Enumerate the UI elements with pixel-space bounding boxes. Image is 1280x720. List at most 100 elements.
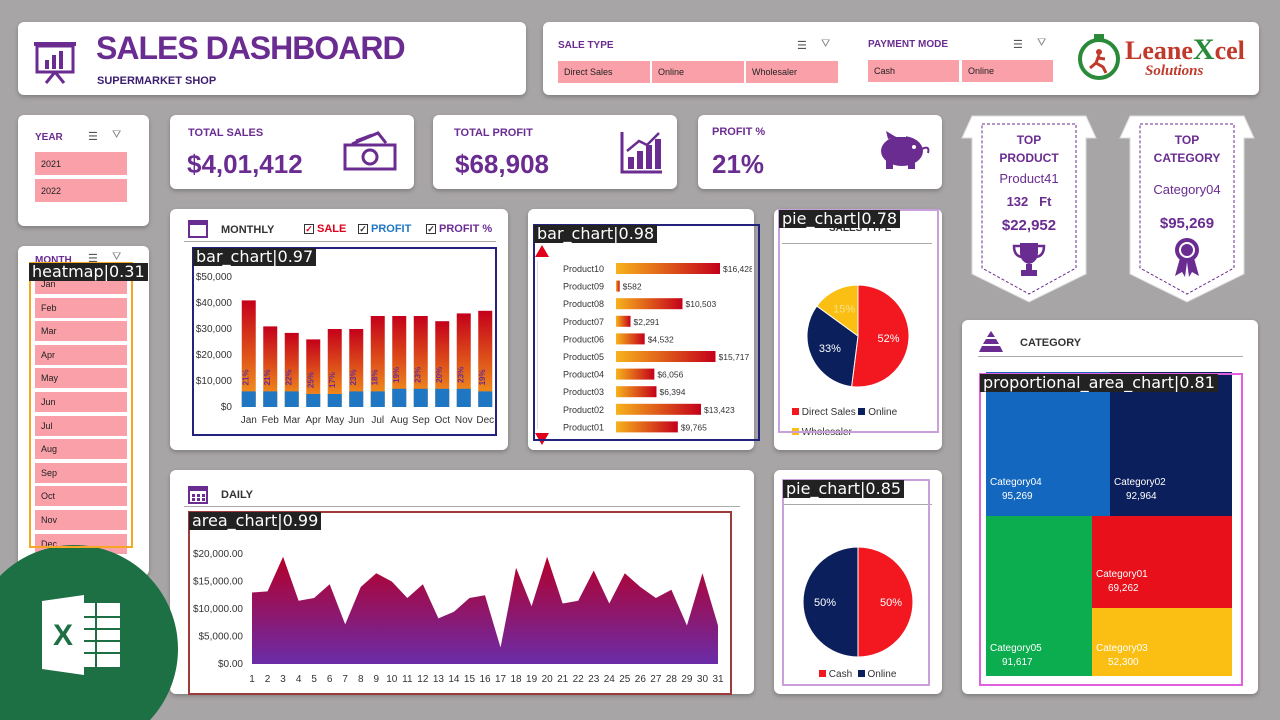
profit-bar — [241, 391, 256, 407]
slicer-sale-type-online[interactable]: Online — [652, 61, 744, 83]
profit-bar — [370, 391, 385, 407]
x-tick-label: 7 — [342, 674, 348, 685]
x-tick-label: 27 — [650, 674, 662, 685]
sale-type-label: SALE TYPE — [558, 40, 614, 51]
slicer-month-mar[interactable]: Mar — [35, 321, 127, 342]
slicer-sale-type-wholesaler[interactable]: Wholesaler — [746, 61, 838, 83]
year-slicer: YEAR ☰ ⛛ 2021 2022 — [18, 115, 149, 226]
profit-bar — [327, 394, 342, 407]
slicer-year-2022[interactable]: 2022 — [35, 179, 127, 202]
kpi-total-sales: TOTAL SALES $4,01,412 — [170, 115, 414, 189]
legend-profit[interactable]: ✓ PROFIT — [358, 223, 411, 235]
x-tick-label: Aug — [390, 415, 408, 426]
x-tick-label: 25 — [619, 674, 631, 685]
treemap-category-label: Category04 — [990, 477, 1042, 488]
x-tick-label: 22 — [573, 674, 585, 685]
calendar-grid-icon — [188, 486, 208, 504]
x-tick-label: 5 — [311, 674, 317, 685]
scroll-up-button[interactable] — [535, 245, 549, 257]
x-tick-label: 26 — [635, 674, 647, 685]
pie-legend: Direct Sales Online Wholesaler — [792, 403, 897, 443]
daily-chart-card: DAILY $0.00 $5,000.00 $10,000.00 $15,000.00… — [170, 470, 754, 694]
treemap-category-label: Category05 — [990, 643, 1042, 654]
x-tick-label: Oct — [434, 415, 450, 426]
slicer-month-jul[interactable]: Jul — [35, 415, 127, 436]
legend-sale[interactable]: ✓ SALE — [304, 223, 346, 235]
profit-bar — [263, 391, 278, 407]
cash-icon — [343, 131, 397, 171]
slicer-month-oct[interactable]: Oct — [35, 486, 127, 507]
slicer-month-may[interactable]: May — [35, 368, 127, 389]
product-bar — [616, 263, 720, 274]
product-bar — [616, 280, 620, 292]
scroll-down-button[interactable] — [535, 433, 549, 445]
x-tick-label: Apr — [305, 415, 321, 426]
x-tick-label: 15 — [464, 674, 476, 685]
scrollbar-track[interactable] — [537, 261, 547, 429]
top-product-qty: 132 Ft — [1006, 194, 1052, 209]
kpi-value: $68,908 — [455, 149, 549, 179]
x-tick-label: 4 — [296, 674, 302, 685]
clear-filter-icon[interactable]: ⛛ — [112, 129, 121, 142]
x-tick-label: 19 — [526, 674, 538, 685]
multi-select-icon[interactable]: ☰ — [797, 39, 807, 52]
legend-profit-pct[interactable]: ✓ PROFIT % — [426, 223, 492, 235]
product-bar — [616, 333, 645, 345]
x-tick-label: Feb — [262, 415, 280, 426]
y-tick-label: $30,000 — [196, 324, 233, 335]
x-tick-label: 6 — [327, 674, 333, 685]
slicer-sale-type-direct[interactable]: Direct Sales — [558, 61, 650, 83]
top-product-heading-2: PRODUCT — [999, 151, 1059, 165]
profit-bar — [284, 391, 299, 407]
clear-filter-icon[interactable]: ⛛ — [1037, 37, 1046, 50]
treemap-tile: Category05 91,617 — [986, 516, 1092, 676]
x-tick-label: 21 — [557, 674, 569, 685]
treemap-tile: Category01 69,262 — [1092, 516, 1232, 608]
profit-pct-label: 19% — [392, 367, 401, 383]
x-tick-label: 31 — [712, 674, 724, 685]
kpi-value: $4,01,412 — [187, 149, 303, 179]
slicer-payment-cash[interactable]: Cash — [868, 60, 959, 82]
product-value-label: $10,503 — [685, 299, 716, 309]
x-tick-label: May — [325, 415, 344, 426]
profit-pct-label: 23% — [349, 369, 358, 385]
slicer-month-apr[interactable]: Apr — [35, 344, 127, 365]
x-tick-label: 30 — [697, 674, 709, 685]
y-tick-label: $20,000 — [196, 350, 233, 361]
clear-filter-icon[interactable]: ⛛ — [821, 38, 830, 51]
slicer-month-sep[interactable]: Sep — [35, 462, 127, 483]
presentation-chart-icon — [34, 42, 76, 84]
slicer-month-feb[interactable]: Feb — [35, 297, 127, 318]
slicer-month-nov[interactable]: Nov — [35, 510, 127, 530]
treemap-category-label: Category01 — [1096, 569, 1148, 580]
product-label: Product10 — [563, 264, 604, 274]
profit-pct-label: 18% — [371, 369, 380, 385]
product-bar — [616, 368, 655, 380]
kpi-label: PROFIT % — [712, 126, 766, 138]
multi-select-icon[interactable]: ☰ — [1013, 38, 1023, 51]
slicer-year-2021[interactable]: 2021 — [35, 152, 127, 175]
multi-select-icon[interactable]: ☰ — [88, 130, 98, 143]
sales-type-card: SALES TYPE 52% 33% 15% Direct Sales Online… — [774, 209, 942, 450]
slicer-month-aug[interactable]: Aug — [35, 439, 127, 460]
slicer-month-jun[interactable]: Jun — [35, 392, 127, 412]
dashboard-subtitle: SUPERMARKET SHOP — [97, 75, 217, 87]
y-tick-label: $5,000.00 — [199, 632, 244, 643]
pie-label: 33% — [819, 343, 841, 355]
treemap-category-label: Category02 — [1114, 477, 1166, 488]
category-title: CATEGORY — [1020, 337, 1082, 349]
annotation-monthly-bar-label: bar_chart|0.97 — [193, 248, 317, 266]
growth-chart-icon — [620, 132, 662, 174]
filters-card: SALE TYPE ☰ ⛛ Direct Sales Online Wholes… — [543, 22, 1259, 95]
runner-clock-logo-icon — [1078, 34, 1120, 80]
month-slicer: MONTH ☰ ⛛ Jan Feb Mar Apr May Jun Jul Aug Sep Oct… — [18, 246, 149, 576]
product-bar — [616, 403, 701, 415]
profit-pct-label: 21% — [242, 369, 251, 385]
product-value-label: $16,428 — [723, 264, 752, 274]
divider — [978, 356, 1243, 357]
top-category-name: Category04 — [1153, 182, 1221, 197]
slicer-payment-online[interactable]: Online — [962, 60, 1053, 82]
product-bar — [616, 386, 657, 398]
product-label: Product02 — [563, 405, 604, 415]
profit-bar — [478, 391, 493, 407]
